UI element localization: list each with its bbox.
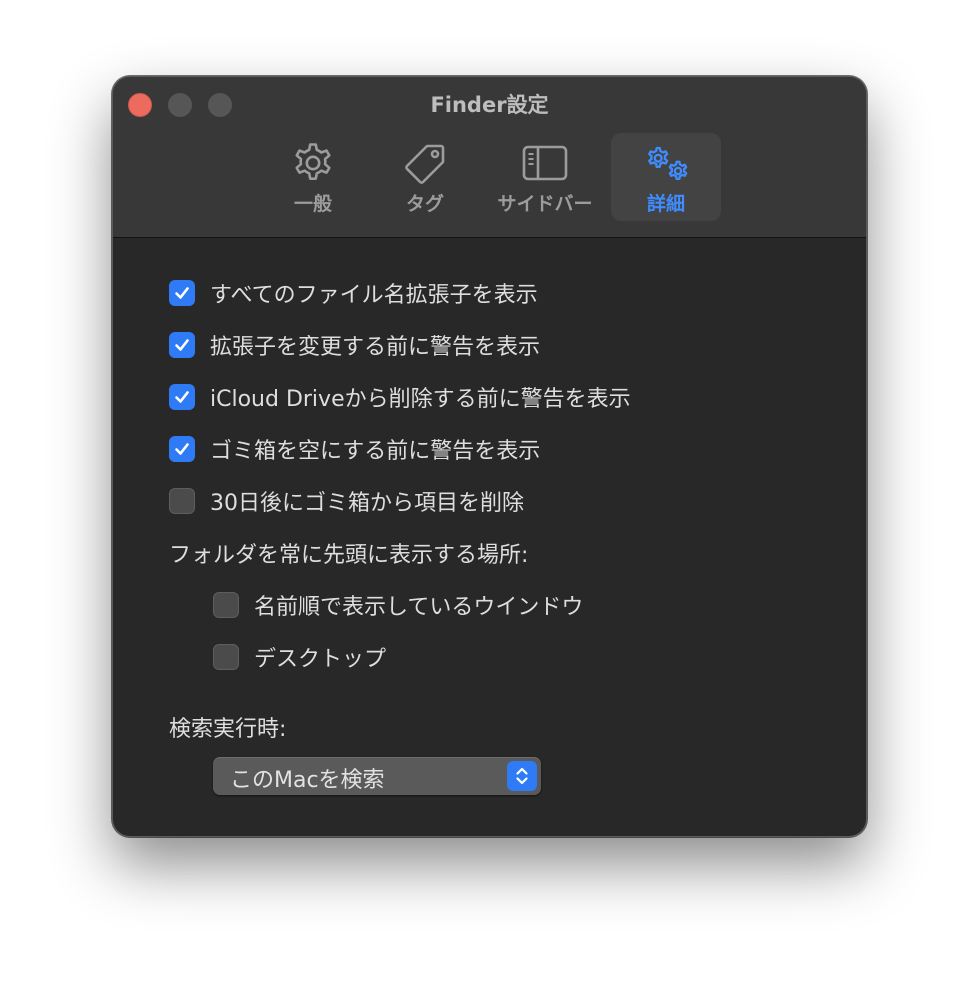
tab-general[interactable]: 一般 [273,133,353,221]
option-warn-icloud-remove[interactable]: iCloud Driveから削除する前に警告を表示 [169,382,631,412]
tab-sidebar[interactable]: サイドバー [485,133,605,221]
remove-trash-30-days-checkbox[interactable] [169,488,195,514]
checkmark-icon [175,339,189,351]
gear-icon [273,139,353,187]
folders-on-top-desktop-label: デスクトップ [254,647,387,672]
show-extensions-label: すべてのファイル名拡張子を表示 [210,283,538,308]
warn-empty-trash-checkbox[interactable] [169,436,195,462]
folders-on-top-windows-label: 名前順で表示しているウインドウ [254,595,584,620]
window-title: Finder設定 [430,93,549,117]
chevron-up-down-icon [507,761,537,791]
search-scope-label: 検索実行時: [169,717,287,742]
option-remove-trash-30-days[interactable]: 30日後にゴミ箱から項目を削除 [169,486,524,516]
folders-on-top-desktop-checkbox[interactable] [213,644,239,670]
finder-settings-window: Finder設定 一般 タグ サイドバー 詳細 すべてのファイル名拡張子を表示 … [112,76,867,837]
search-scope-select[interactable]: このMacを検索 [213,757,541,795]
tab-tags-label: タグ [405,193,444,215]
folders-on-top-label: フォルダを常に先頭に表示する場所: [169,543,529,568]
option-warn-empty-trash[interactable]: ゴミ箱を空にする前に警告を表示 [169,434,540,464]
option-show-extensions[interactable]: すべてのファイル名拡張子を表示 [169,278,538,308]
checkmark-icon [175,443,189,455]
checkmark-icon [175,287,189,299]
show-extensions-checkbox[interactable] [169,280,195,306]
warn-extension-change-checkbox[interactable] [169,332,195,358]
option-warn-extension-change[interactable]: 拡張子を変更する前に警告を表示 [169,330,540,360]
folders-on-top-windows-checkbox[interactable] [213,592,239,618]
tag-icon [385,139,465,187]
tab-tags[interactable]: タグ [385,133,465,221]
sidebar-icon [485,139,605,187]
gears-icon [611,139,721,187]
checkmark-icon [175,391,189,403]
titlebar: Finder設定 一般 タグ サイドバー 詳細 [113,77,866,238]
warn-icloud-remove-label: iCloud Driveから削除する前に警告を表示 [210,387,631,412]
warn-icloud-remove-checkbox[interactable] [169,384,195,410]
advanced-pane: すべてのファイル名拡張子を表示 拡張子を変更する前に警告を表示 iCloud D… [113,238,866,836]
tab-advanced[interactable]: 詳細 [611,133,721,221]
remove-trash-30-days-label: 30日後にゴミ箱から項目を削除 [210,491,524,516]
option-folders-on-top-desktop[interactable]: デスクトップ [213,642,386,672]
option-folders-on-top-windows[interactable]: 名前順で表示しているウインドウ [213,590,583,620]
tab-general-label: 一般 [293,193,332,215]
search-scope-value: このMacを検索 [230,768,385,793]
warn-extension-change-label: 拡張子を変更する前に警告を表示 [210,335,541,360]
warn-empty-trash-label: ゴミ箱を空にする前に警告を表示 [210,439,541,464]
tab-sidebar-label: サイドバー [497,193,593,215]
tab-advanced-label: 詳細 [646,193,685,215]
